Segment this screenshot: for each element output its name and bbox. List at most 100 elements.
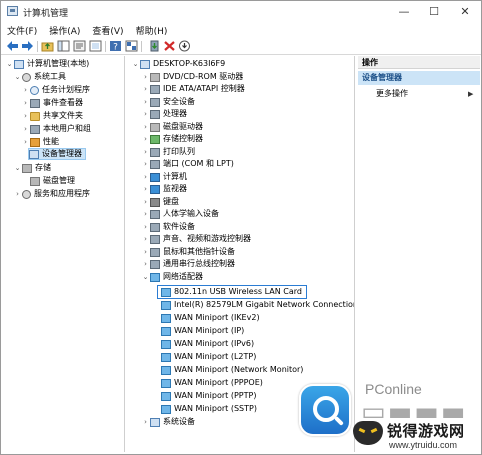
list-view-icon[interactable] [89, 40, 102, 52]
chevron-right-icon[interactable]: › [21, 97, 30, 109]
device-category[interactable]: › 人体学输入设备 [141, 208, 219, 220]
device-category[interactable]: › 端口 (COM 和 LPT) [141, 158, 234, 170]
monitor-icon [150, 184, 160, 194]
device-category[interactable]: › 安全设备 [141, 96, 195, 108]
chevron-right-icon[interactable]: › [21, 84, 30, 96]
chevron-right-icon[interactable]: › [21, 123, 30, 135]
performance-icon [30, 137, 40, 147]
network-adapter-item[interactable]: WAN Miniport (PPPOE) [161, 377, 263, 389]
chevron-right-icon[interactable]: › [141, 183, 150, 195]
chevron-right-icon[interactable]: › [141, 208, 150, 220]
chevron-right-icon[interactable]: › [141, 416, 150, 428]
device-category[interactable]: › 打印队列 [141, 146, 195, 158]
tree-item-disk-management[interactable]: 磁盘管理 [30, 175, 75, 187]
chevron-right-icon[interactable]: ▶ [468, 88, 473, 100]
device-category[interactable]: › 声音、视频和游戏控制器 [141, 233, 251, 245]
network-adapter-item[interactable]: Intel(R) 82579LM Gigabit Network Connect… [161, 299, 354, 311]
network-adapter-item[interactable]: WAN Miniport (IPv6) [161, 338, 254, 350]
update-driver-icon[interactable] [148, 40, 161, 52]
chevron-right-icon[interactable]: › [141, 158, 150, 170]
tree-item-task-scheduler[interactable]: › 任务计划程序 [21, 84, 90, 96]
forward-arrow-icon[interactable] [21, 40, 34, 52]
close-button[interactable]: ✕ [450, 1, 480, 22]
tree-item-services-applications[interactable]: › 服务和应用程序 [13, 188, 90, 200]
more-actions-link[interactable]: 更多操作 [376, 88, 408, 100]
chevron-right-icon[interactable]: › [141, 83, 150, 95]
maximize-button[interactable]: ☐ [419, 1, 449, 22]
tree-item-system-tools[interactable]: ⌄ 系统工具 [13, 71, 66, 83]
show-hide-tree-icon[interactable] [57, 40, 70, 52]
chevron-right-icon[interactable]: › [141, 146, 150, 158]
network-adapter-icon [161, 313, 171, 323]
device-category[interactable]: › 监视器 [141, 183, 187, 195]
chevron-right-icon[interactable]: › [141, 171, 150, 183]
device-category-network-adapters[interactable]: ⌄ 网络适配器 [141, 271, 203, 283]
chevron-right-icon[interactable]: › [141, 246, 150, 258]
game-site-url: www.ytruidu.com [389, 440, 458, 450]
device-category[interactable]: › 键盘 [141, 196, 179, 208]
minimize-button[interactable]: — [389, 1, 419, 22]
up-folder-icon[interactable] [41, 40, 54, 52]
disable-icon[interactable] [178, 40, 191, 52]
uninstall-icon[interactable] [163, 40, 176, 52]
chevron-right-icon[interactable]: › [141, 108, 150, 120]
menu-help[interactable]: 帮助(H) [130, 22, 174, 38]
device-category[interactable]: › 磁盘驱动器 [141, 121, 203, 133]
device-category[interactable]: › 鼠标和其他指针设备 [141, 246, 235, 258]
device-category-label: 处理器 [163, 109, 187, 118]
chevron-right-icon[interactable]: › [141, 121, 150, 133]
back-arrow-icon[interactable] [6, 40, 19, 52]
system-tools-icon [22, 72, 31, 82]
tree-item-storage[interactable]: ⌄ 存储 [13, 162, 51, 174]
actions-selected-device-manager[interactable]: 设备管理器 [358, 71, 480, 85]
device-category[interactable]: › 存储控制器 [141, 133, 203, 145]
view-icon[interactable] [125, 40, 138, 52]
chevron-right-icon[interactable]: › [141, 233, 150, 245]
network-adapter-item[interactable]: WAN Miniport (IP) [161, 325, 244, 337]
tree-item-computer-management-root[interactable]: ⌄ 计算机管理(本地) [5, 58, 89, 70]
device-tree-computer-node[interactable]: ⌄ DESKTOP-K63I6F9 [131, 58, 225, 70]
tree-item-local-users-groups[interactable]: › 本地用户和组 [21, 123, 91, 135]
chevron-down-icon[interactable]: ⌄ [141, 271, 150, 283]
device-category[interactable]: › IDE ATA/ATAPI 控制器 [141, 83, 245, 95]
tree-item-device-manager[interactable]: 设备管理器 [28, 148, 86, 160]
chevron-down-icon[interactable]: ⌄ [131, 58, 140, 70]
network-adapter-item[interactable]: WAN Miniport (L2TP) [161, 351, 256, 363]
chevron-right-icon[interactable]: › [141, 71, 150, 83]
chevron-right-icon[interactable]: › [141, 221, 150, 233]
network-adapter-icon [161, 365, 171, 375]
tree-item-shared-folders[interactable]: › 共享文件夹 [21, 110, 83, 122]
device-category[interactable]: › 通用串行总线控制器 [141, 258, 235, 270]
network-adapter-item[interactable]: WAN Miniport (IKEv2) [161, 312, 260, 324]
network-adapter-item[interactable]: 802.11n USB Wireless LAN Card [161, 286, 302, 298]
chevron-right-icon[interactable]: › [141, 96, 150, 108]
network-adapter-item[interactable]: WAN Miniport (Network Monitor) [161, 364, 303, 376]
chevron-right-icon[interactable]: › [141, 258, 150, 270]
device-category[interactable]: › DVD/CD-ROM 驱动器 [141, 71, 243, 83]
mouse-icon [150, 247, 160, 257]
chevron-right-icon[interactable]: › [141, 196, 150, 208]
help-icon[interactable]: ? [109, 40, 122, 52]
tree-item-performance[interactable]: › 性能 [21, 136, 59, 148]
network-adapter-item[interactable]: WAN Miniport (SSTP) [161, 403, 257, 415]
menu-action[interactable]: 操作(A) [43, 22, 86, 38]
network-adapter-label: WAN Miniport (IP) [174, 326, 245, 335]
device-category[interactable]: › 处理器 [141, 108, 187, 120]
device-category[interactable]: › 软件设备 [141, 221, 195, 233]
chevron-down-icon[interactable]: ⌄ [5, 58, 14, 70]
properties-icon[interactable] [73, 40, 86, 52]
tree-item-label: 计算机管理(本地) [27, 59, 90, 68]
menu-view[interactable]: 查看(V) [86, 22, 129, 38]
tree-item-event-viewer[interactable]: › 事件查看器 [21, 97, 83, 109]
device-category-system-devices[interactable]: › 系统设备 [141, 416, 195, 428]
network-adapter-item[interactable]: WAN Miniport (PPTP) [161, 390, 256, 402]
chevron-right-icon[interactable]: › [141, 133, 150, 145]
chevron-down-icon[interactable]: ⌄ [13, 162, 22, 174]
chevron-right-icon[interactable]: › [13, 188, 22, 200]
menu-file[interactable]: 文件(F) [1, 22, 43, 38]
chevron-down-icon[interactable]: ⌄ [13, 71, 22, 83]
device-category[interactable]: › 计算机 [141, 171, 187, 183]
tree-item-label: 服务和应用程序 [34, 189, 90, 198]
chevron-right-icon[interactable]: › [21, 110, 30, 122]
chevron-right-icon[interactable]: › [21, 136, 30, 148]
